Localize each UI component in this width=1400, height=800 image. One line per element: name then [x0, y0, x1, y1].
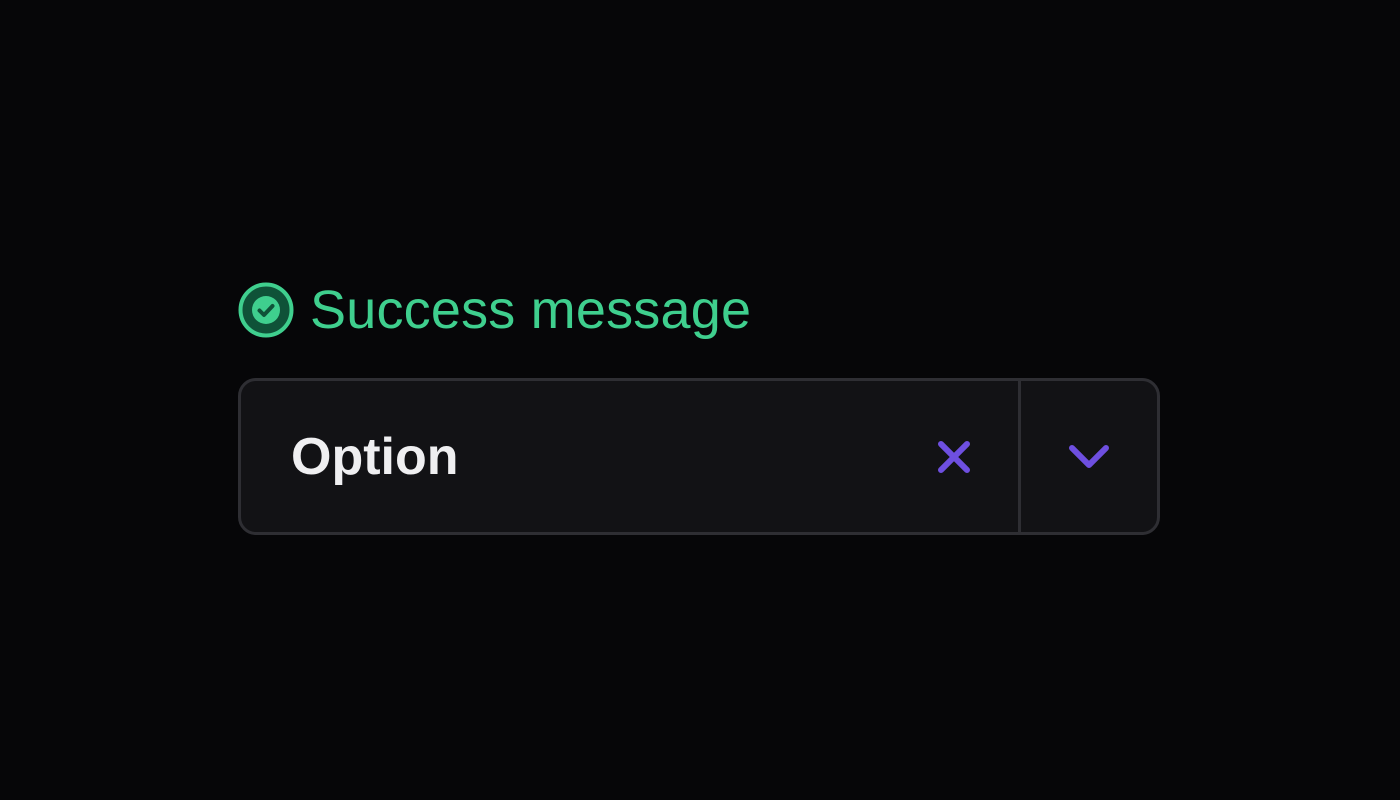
check-circle-icon — [238, 282, 294, 338]
select-value-area[interactable]: Option — [241, 381, 1018, 532]
success-message-text: Success message — [310, 280, 752, 340]
close-icon — [938, 440, 970, 473]
page: Success message Option — [0, 0, 1400, 800]
option-select[interactable]: Option — [238, 378, 1160, 535]
success-message: Success message — [238, 282, 751, 338]
select-value: Option — [291, 427, 459, 486]
dropdown-toggle-button[interactable] — [1021, 381, 1157, 532]
clear-button[interactable] — [918, 421, 990, 493]
chevron-down-icon — [1069, 444, 1109, 468]
